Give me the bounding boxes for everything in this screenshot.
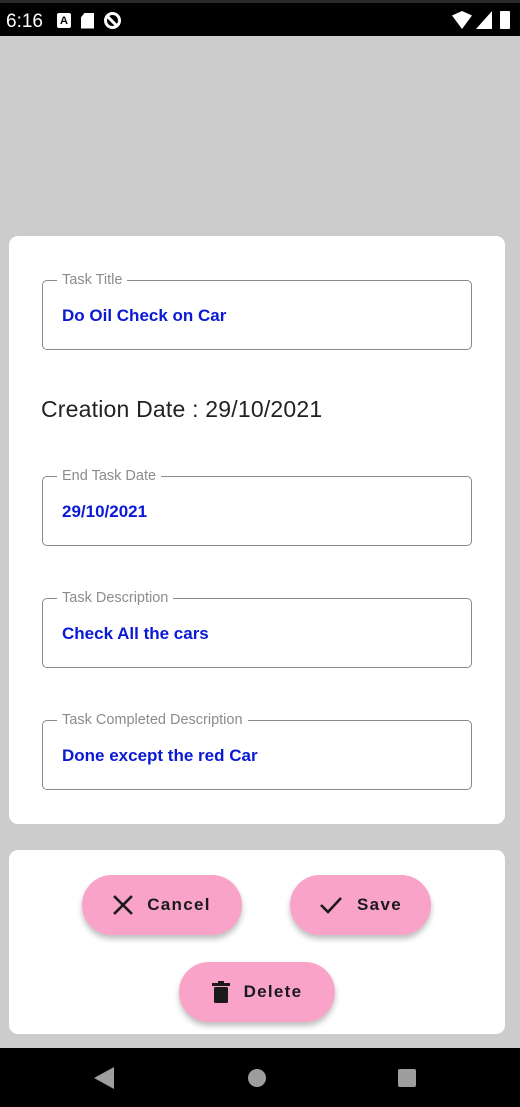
delete-button[interactable]: Delete (179, 962, 335, 1022)
navigation-bar (0, 1048, 520, 1107)
task-completed-description-label: Task Completed Description (57, 711, 248, 729)
end-task-date-label: End Task Date (57, 467, 162, 485)
a-notification-icon: A (57, 13, 71, 28)
task-description-value[interactable]: Check All the cars (62, 624, 209, 644)
end-task-date-value[interactable]: 29/10/2021 (62, 502, 147, 522)
creation-date: Creation Date : 29/10/2021 (41, 396, 323, 422)
task-completed-description-value[interactable]: Done except the red Car (62, 746, 258, 766)
recent-apps-icon[interactable] (398, 1069, 416, 1087)
end-task-date-field[interactable]: End Task Date 29/10/2021 (42, 467, 472, 546)
task-description-label: Task Description (57, 589, 174, 607)
back-icon[interactable] (94, 1067, 114, 1089)
status-time: 6:16 (6, 11, 43, 32)
signal-icon (476, 11, 492, 29)
save-label: Save (357, 895, 402, 914)
cancel-button[interactable]: Cancel (82, 875, 242, 935)
system-icons (452, 11, 510, 29)
actions-card: Cancel Save Delete (9, 850, 505, 1034)
trash-icon (211, 981, 230, 1003)
status-bar: 6:16 A (0, 0, 520, 36)
do-not-disturb-icon (104, 12, 121, 29)
wifi-icon (452, 11, 472, 29)
task-form-card: Task Title Do Oil Check on Car Creation … (9, 236, 505, 824)
home-icon[interactable] (248, 1069, 266, 1087)
save-button[interactable]: Save (290, 875, 431, 935)
task-description-field[interactable]: Task Description Check All the cars (42, 589, 472, 668)
task-title-label: Task Title (57, 271, 128, 289)
close-icon (113, 895, 134, 915)
notification-icons: A (57, 12, 121, 29)
task-title-value[interactable]: Do Oil Check on Car (62, 306, 226, 326)
task-completed-description-field[interactable]: Task Completed Description Done except t… (42, 711, 472, 790)
delete-label: Delete (243, 982, 303, 1001)
check-icon (319, 895, 343, 915)
cancel-label: Cancel (147, 895, 211, 914)
battery-icon (500, 11, 510, 29)
task-title-field[interactable]: Task Title Do Oil Check on Car (42, 271, 472, 350)
sd-card-icon (81, 12, 94, 29)
